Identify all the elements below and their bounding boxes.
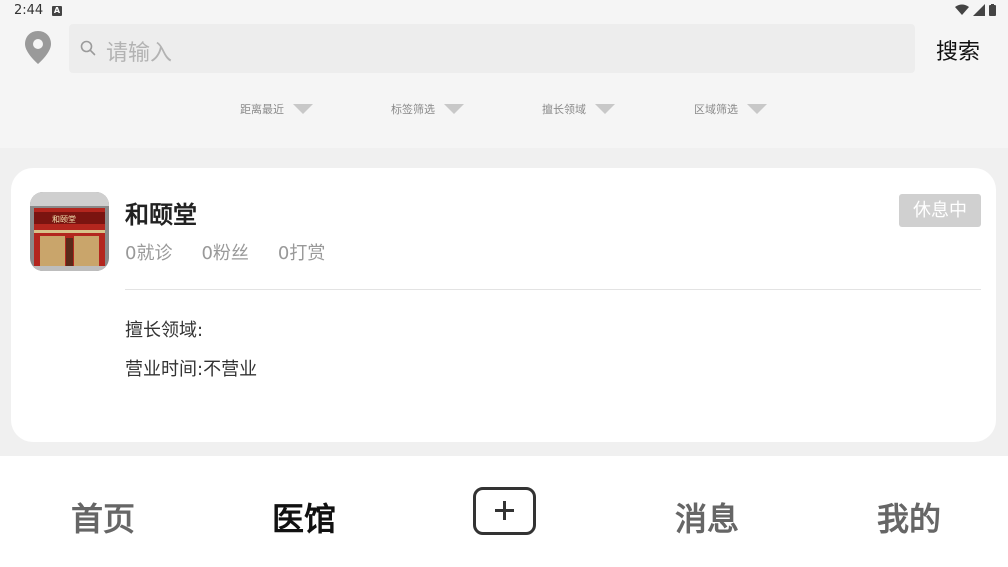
- location-button[interactable]: [22, 30, 54, 66]
- hours-row: 营业时间:不营业: [125, 355, 257, 381]
- search-input[interactable]: 请输入: [69, 24, 915, 73]
- wifi-icon: [955, 4, 969, 15]
- clinic-card[interactable]: 和颐堂 和颐堂 0就诊 0粉丝 0打赏 休息中 擅长领域: 营业时间:不营业: [11, 168, 996, 442]
- clinic-name: 和颐堂: [125, 201, 197, 229]
- filter-specialty[interactable]: 擅长领域: [542, 101, 615, 117]
- hours-label: 营业时间:: [125, 359, 204, 380]
- fans-count: 0粉丝: [201, 243, 249, 264]
- status-icons: [955, 4, 996, 16]
- filter-label: 擅长领域: [542, 103, 586, 116]
- tab-mine[interactable]: 我的: [877, 494, 941, 540]
- tab-clinics[interactable]: 医馆: [272, 494, 336, 540]
- filter-label: 区域筛选: [694, 103, 738, 116]
- search-button[interactable]: 搜索: [936, 34, 980, 66]
- tips-count: 0打赏: [277, 243, 326, 264]
- clinic-stats: 0就诊 0粉丝 0打赏: [125, 239, 354, 265]
- filter-label: 距离最近: [240, 103, 284, 116]
- plus-icon[interactable]: [473, 487, 536, 535]
- caret-down-icon: [595, 104, 615, 114]
- map-pin-icon: [25, 31, 51, 64]
- caret-down-icon: [293, 104, 313, 114]
- search-placeholder: 请输入: [106, 41, 173, 66]
- filter-region[interactable]: 区域筛选: [694, 101, 767, 117]
- caret-down-icon: [747, 104, 767, 114]
- tab-home[interactable]: 首页: [71, 494, 135, 540]
- tab-messages[interactable]: 消息: [675, 494, 739, 540]
- clinic-photo: 和颐堂: [30, 192, 109, 271]
- battery-icon: [989, 4, 996, 16]
- notification-icon: A: [52, 6, 62, 16]
- filter-distance[interactable]: 距离最近: [240, 101, 313, 117]
- visits-count: 0就诊: [125, 243, 173, 264]
- caret-down-icon: [444, 104, 464, 114]
- search-icon: [80, 40, 96, 56]
- clinic-sign-text: 和颐堂: [52, 214, 76, 224]
- status-badge: 休息中: [899, 194, 981, 227]
- filter-label: 标签筛选: [391, 103, 435, 116]
- signal-icon: [973, 4, 985, 16]
- specialty-label: 擅长领域:: [125, 320, 204, 341]
- status-bar: 2:44 A: [0, 0, 1008, 22]
- specialty-row: 擅长领域:: [125, 316, 203, 342]
- status-time: 2:44: [14, 3, 44, 18]
- hours-value: 不营业: [203, 359, 258, 380]
- card-divider: [125, 289, 981, 290]
- filter-tags[interactable]: 标签筛选: [391, 101, 464, 117]
